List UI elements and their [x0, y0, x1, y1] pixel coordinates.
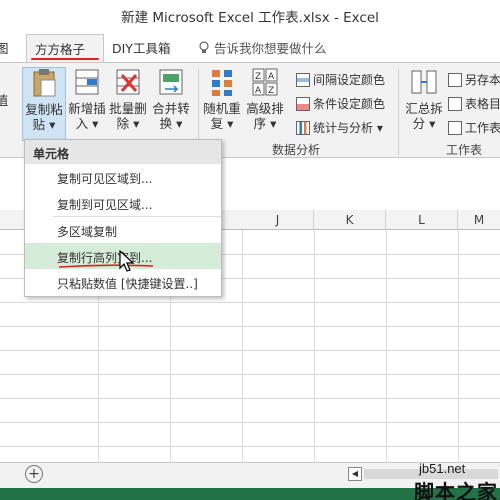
grid-line: [458, 230, 459, 462]
copy-paste-button[interactable]: 复制粘 贴 ▾: [22, 67, 66, 141]
save-as-book-label: 另存本: [465, 73, 500, 87]
group-label-worksheet: 工作表: [446, 143, 483, 157]
add-sheet-button[interactable]: +: [25, 465, 43, 483]
ribbon-tabs: 图 方方格子 DIY工具箱 告诉我你想要做什么: [0, 32, 500, 62]
summary-split-label-1: 汇总拆: [405, 101, 443, 116]
column-header-l[interactable]: L: [386, 210, 458, 230]
menu-item-copy-visible-to[interactable]: 复制可见区域到...: [25, 164, 221, 190]
grid-line: [0, 302, 500, 303]
column-header-k[interactable]: K: [314, 210, 386, 230]
summary-split-label-2: 分 ▾: [412, 116, 436, 131]
menu-item-multi-area-copy[interactable]: 多区域复制: [25, 217, 221, 243]
group-label-data-analysis: 数据分析: [272, 143, 321, 157]
interval-color-label: 间隔设定颜色: [313, 73, 386, 87]
advanced-sort-label-1: 高级排: [246, 101, 284, 116]
tell-me-label: 告诉我你想要做什么: [214, 41, 327, 56]
interval-color-button[interactable]: 间隔设定颜色: [296, 71, 385, 88]
insert-button[interactable]: 新增插 入 ▾: [68, 67, 106, 131]
condition-color-button[interactable]: 条件设定颜色: [296, 95, 385, 112]
tell-me-search[interactable]: 告诉我你想要做什么: [198, 38, 327, 57]
advanced-sort-button[interactable]: ZAAZ 高级排 序 ▾: [244, 67, 286, 131]
mouse-cursor-icon: [119, 250, 135, 272]
menu-section-header: 单元格: [25, 140, 221, 164]
copy-paste-label-2: 贴 ▾: [32, 117, 56, 132]
tab-insert-partial[interactable]: 图: [0, 38, 9, 57]
advanced-sort-label-2: 序 ▾: [253, 116, 277, 131]
svg-text:A: A: [268, 72, 275, 82]
svg-text:Z: Z: [255, 72, 261, 82]
merge-convert-label-2: 换 ▾: [159, 116, 183, 131]
grid-line: [0, 374, 500, 375]
window-title: 新建 Microsoft Excel 工作表.xlsx - Excel: [121, 10, 379, 26]
summary-split-icon: [410, 67, 438, 97]
menu-item-copy-to-visible[interactable]: 复制到可见区域...: [25, 190, 221, 216]
summary-split-button[interactable]: 汇总拆 分 ▾: [404, 67, 444, 131]
table-directory-button[interactable]: 表格目: [448, 95, 500, 112]
watermark-site: jb51.net: [419, 461, 466, 476]
merge-icon: [157, 67, 185, 97]
copy-paste-dropdown-menu: 单元格 复制可见区域到... 复制到可见区域... 多区域复制 复制行高列宽到.…: [24, 139, 222, 297]
condition-color-label: 条件设定颜色: [313, 97, 386, 111]
grid-line: [0, 446, 500, 447]
ribbon-separator: [398, 69, 399, 155]
random-blocks-icon: [208, 67, 236, 97]
stats-chart-icon: [296, 121, 310, 135]
batch-delete-label-2: 除 ▾: [116, 116, 140, 131]
random-repeat-button[interactable]: 随机重 复 ▾: [202, 67, 242, 131]
condition-color-icon: [296, 97, 310, 111]
ribbon-cut-label: 值: [0, 93, 9, 108]
grid-line: [0, 398, 500, 399]
interval-color-icon: [296, 73, 310, 87]
svg-text:A: A: [255, 86, 262, 96]
merge-convert-label-1: 合并转: [152, 101, 190, 116]
worksheet-label: 工作表: [465, 121, 500, 135]
merge-convert-button[interactable]: 合并转 换 ▾: [150, 67, 192, 131]
ribbon-cut-button[interactable]: 值: [0, 93, 10, 108]
insert-rows-icon: [73, 67, 101, 97]
grid-line: [0, 422, 500, 423]
delete-table-icon: [114, 67, 142, 97]
batch-delete-button[interactable]: 批量删 除 ▾: [108, 67, 148, 131]
table-directory-label: 表格目: [465, 97, 500, 111]
grid-line: [0, 326, 500, 327]
insert-label-1: 新增插: [68, 101, 106, 116]
worksheet-icon: [448, 121, 462, 135]
random-repeat-label-2: 复 ▾: [210, 116, 234, 131]
grid-line: [314, 230, 315, 462]
batch-delete-label-1: 批量删: [109, 101, 147, 116]
grid-line: [242, 230, 243, 462]
random-repeat-label-1: 随机重: [203, 101, 241, 116]
sort-az-icon: ZAAZ: [251, 67, 279, 97]
table-directory-icon: [448, 97, 462, 111]
save-as-book-button[interactable]: 另存本: [448, 71, 500, 88]
lightbulb-icon: [199, 41, 209, 53]
scroll-left-icon[interactable]: ◀: [348, 467, 362, 481]
insert-label-2: 入 ▾: [75, 116, 99, 131]
copy-paste-label-1: 复制粘: [25, 102, 63, 117]
column-header-j[interactable]: J: [242, 210, 314, 230]
watermark-name: 脚本之家: [414, 480, 498, 500]
grid-line: [0, 350, 500, 351]
red-underline-mark: [31, 58, 99, 60]
menu-item-paste-values-only[interactable]: 只粘贴数值 [快捷键设置..]: [25, 269, 221, 295]
tab-diy-toolbox[interactable]: DIY工具箱: [112, 38, 170, 57]
worksheet-button[interactable]: 工作表: [448, 119, 500, 136]
column-header-m[interactable]: M: [458, 210, 500, 230]
svg-text:Z: Z: [268, 86, 274, 96]
stats-analysis-label: 统计与分析 ▾: [313, 121, 383, 135]
tab-fangfanggezi-label: 方方格子: [35, 42, 86, 57]
title-bar: 新建 Microsoft Excel 工作表.xlsx - Excel: [0, 0, 500, 32]
tab-fangfanggezi[interactable]: 方方格子: [26, 34, 104, 62]
clipboard-icon: [30, 68, 58, 98]
stats-analysis-button[interactable]: 统计与分析 ▾: [296, 119, 383, 136]
grid-line: [386, 230, 387, 462]
save-book-icon: [448, 73, 462, 87]
red-underline-mark: [58, 264, 154, 268]
